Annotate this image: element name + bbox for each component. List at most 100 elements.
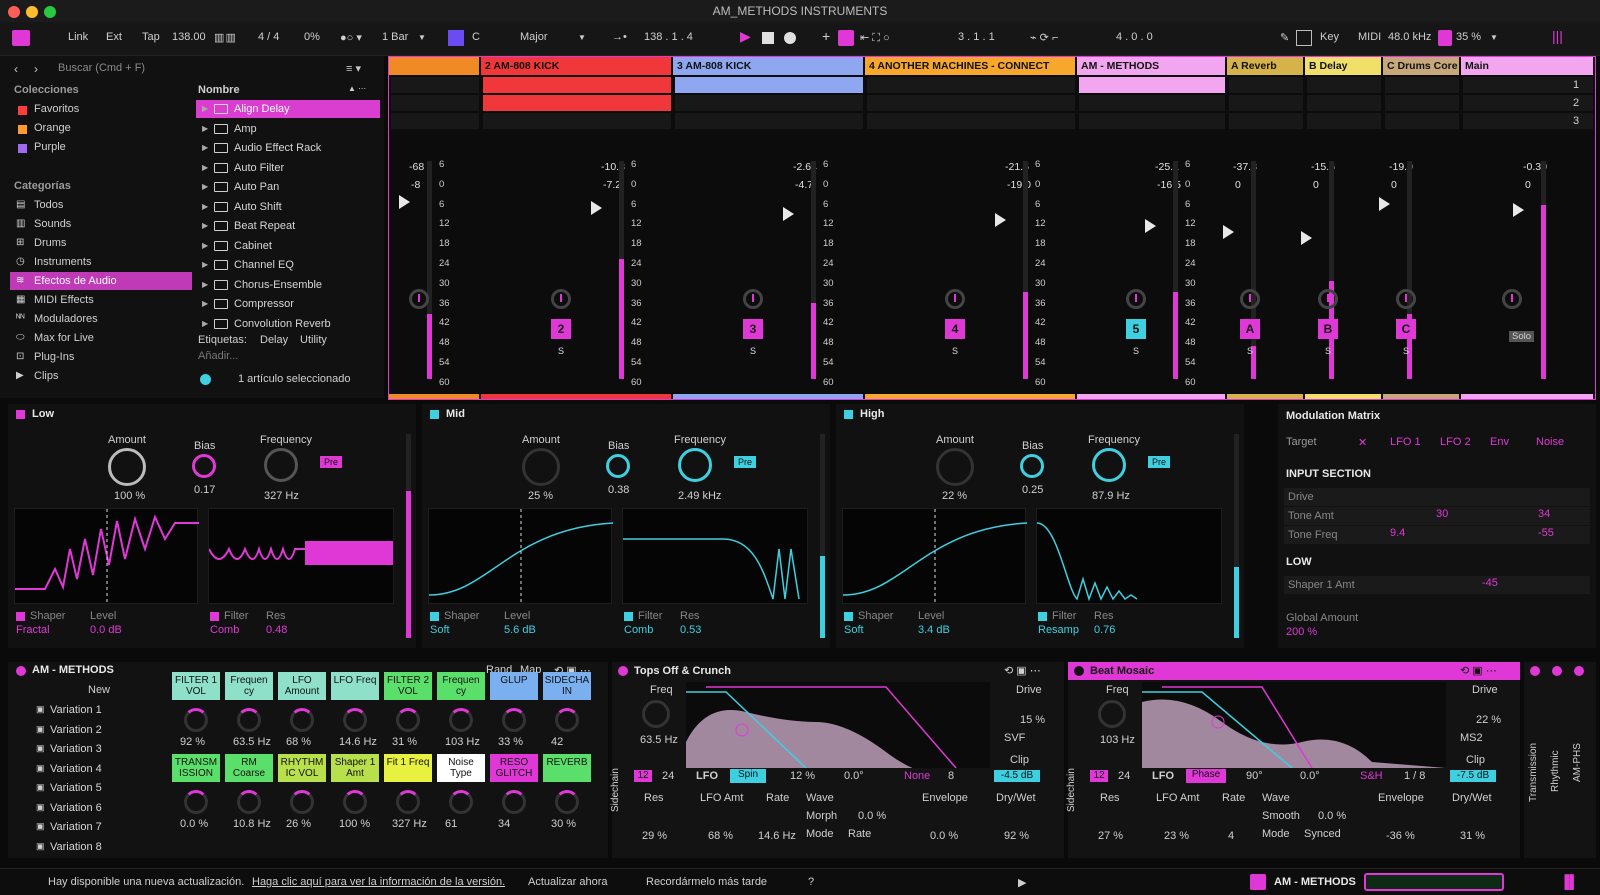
chain-transmission[interactable]: Transmission <box>1528 743 1539 802</box>
amount-value[interactable]: 100 % <box>114 490 145 502</box>
macro-knob[interactable] <box>237 708 261 732</box>
volume-value[interactable]: -68 <box>409 161 424 173</box>
slope-24[interactable]: 24 <box>662 770 674 782</box>
spin-button[interactable]: Spin <box>730 769 766 783</box>
browser-item[interactable]: ▶ Channel EQ <box>196 256 380 274</box>
expand-arrow-icon[interactable]: ▶ <box>202 237 208 255</box>
metronome-icon[interactable]: ▥ ▥ <box>214 31 236 44</box>
amount-value[interactable]: 25 % <box>528 490 553 502</box>
macro-knob[interactable] <box>502 708 526 732</box>
source-env[interactable]: Env <box>1490 436 1509 448</box>
clip-slot[interactable] <box>1079 113 1225 129</box>
zoom-field[interactable]: 35 % <box>1456 31 1481 43</box>
play-icon[interactable]: ▶ <box>1018 876 1026 889</box>
global-amount-value[interactable]: 200 % <box>1286 626 1317 638</box>
clip-slot[interactable] <box>391 113 479 129</box>
macro-label[interactable]: RESO GLITCH <box>490 754 538 782</box>
solo-button[interactable]: S <box>1321 345 1335 357</box>
level-value[interactable]: 3.4 dB <box>918 624 950 636</box>
macro-value[interactable]: 100 % <box>339 818 370 830</box>
category-todos[interactable]: Todos <box>34 199 63 211</box>
main-solo-button[interactable]: Solo <box>1509 331 1535 342</box>
scene-number[interactable]: 3 <box>1573 115 1579 127</box>
category-max-for-live[interactable]: Max for Live <box>34 332 94 344</box>
drywet-value[interactable]: 31 % <box>1460 830 1485 842</box>
bias-value[interactable]: 0.25 <box>1022 484 1043 496</box>
envelope-value[interactable]: 0.0 % <box>930 830 958 842</box>
clip-slot[interactable] <box>1307 113 1381 129</box>
help-button[interactable]: ? <box>808 876 814 888</box>
variation-item[interactable]: Variation 2 <box>50 724 102 736</box>
res-value[interactable]: 0.53 <box>680 624 701 636</box>
loop-icon[interactable]: ⌁ ⟳ ⌐ <box>1030 31 1058 44</box>
res-value[interactable]: 0.76 <box>1094 624 1115 636</box>
macro-value[interactable]: 327 Hz <box>392 818 427 830</box>
filter-toggle[interactable] <box>624 612 633 621</box>
expand-arrow-icon[interactable]: ▶ <box>202 256 208 274</box>
expand-arrow-icon[interactable]: ▶ <box>202 159 208 177</box>
lock-icon[interactable]: ▣ <box>36 704 45 715</box>
lock-icon[interactable]: ▣ <box>36 802 45 813</box>
overview-thumbnail[interactable] <box>1364 873 1504 891</box>
pan-knob[interactable] <box>1126 289 1146 309</box>
frequency-knob[interactable] <box>1092 448 1126 482</box>
back-to-arrangement-icon[interactable]: ⇤ ⛶ ○ <box>860 31 890 45</box>
bias-knob[interactable] <box>1020 454 1044 478</box>
record-button[interactable] <box>784 32 796 44</box>
search-input[interactable]: Buscar (Cmd + F) <box>58 62 145 74</box>
macro-label[interactable]: Frequen cy <box>437 672 485 700</box>
quantize-menu[interactable]: 1 Bar <box>382 31 408 43</box>
band-enable-toggle[interactable] <box>844 410 853 419</box>
macro-knob[interactable] <box>184 708 208 732</box>
macro-value[interactable]: 26 % <box>286 818 311 830</box>
variation-item[interactable]: Variation 6 <box>50 802 102 814</box>
drive-value[interactable]: 15 % <box>1020 714 1045 726</box>
clip-slot[interactable] <box>675 77 863 93</box>
variation-item[interactable]: Variation 7 <box>50 821 102 833</box>
category-modulators[interactable]: Moduladores <box>34 313 98 325</box>
expand-arrow-icon[interactable]: ▶ <box>202 217 208 235</box>
lfo-amt-value[interactable]: 23 % <box>1164 830 1189 842</box>
macro-knob[interactable] <box>502 790 526 814</box>
overview-icon[interactable]: ||| <box>1552 28 1563 44</box>
automation-arm-icon[interactable] <box>838 30 854 46</box>
category-instruments[interactable]: Instruments <box>34 256 91 268</box>
frequency-value[interactable]: 327 Hz <box>264 490 299 502</box>
browser-item[interactable]: ▶ Cabinet <box>196 237 380 255</box>
update-now-button[interactable]: Actualizar ahora <box>528 876 608 888</box>
band-enable-toggle[interactable] <box>430 410 439 419</box>
filter-spectrum-display[interactable] <box>686 682 990 773</box>
modmatrix-row[interactable]: Tone Amt 30 34 <box>1284 507 1590 525</box>
shaper-display[interactable] <box>428 508 614 605</box>
macro-label[interactable]: TRANSM ISSION <box>172 754 220 782</box>
link-button[interactable]: Link <box>68 31 88 43</box>
pre-button[interactable]: Pre <box>320 456 342 468</box>
tag-utility[interactable]: Utility <box>300 334 327 346</box>
filter-display[interactable] <box>622 508 808 604</box>
res-value[interactable]: 29 % <box>642 830 667 842</box>
bias-knob[interactable] <box>606 454 630 478</box>
expand-arrow-icon[interactable]: ▶ <box>202 100 208 118</box>
variation-item[interactable]: Variation 8 <box>50 841 102 853</box>
morph-value[interactable]: 0.0 % <box>858 810 886 822</box>
shaper-toggle[interactable] <box>430 612 439 621</box>
freq-value[interactable]: 103 Hz <box>1100 734 1135 746</box>
sort-asc-icon[interactable]: ▲ ⋯ <box>348 84 366 93</box>
macro-knob[interactable] <box>290 708 314 732</box>
clip-slot[interactable] <box>1079 77 1225 93</box>
track-activator-button[interactable]: A <box>1240 319 1260 339</box>
mode-menu[interactable]: MS2 <box>1460 732 1483 744</box>
slope-12[interactable]: 12 <box>1090 770 1108 782</box>
sample-hold-menu[interactable]: S&H <box>1360 770 1383 782</box>
filter-type-menu[interactable]: Comb <box>624 624 653 636</box>
clip-slot[interactable] <box>675 113 863 129</box>
tempo-field[interactable]: 138.00 <box>172 31 206 43</box>
track-header[interactable]: 3 AM-808 KICK <box>673 57 863 75</box>
play-button[interactable]: ▶ <box>740 28 751 45</box>
clip-slot[interactable] <box>1229 95 1303 111</box>
macro-label[interactable]: Fit 1 Freq <box>384 754 432 782</box>
macro-knob[interactable] <box>555 708 579 732</box>
level-value[interactable]: 5.6 dB <box>504 624 536 636</box>
clip-slot[interactable] <box>1385 113 1459 129</box>
macro-knob[interactable] <box>449 790 473 814</box>
